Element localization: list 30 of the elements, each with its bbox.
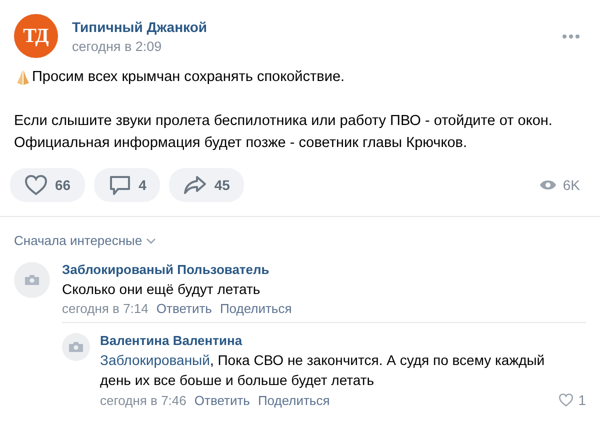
comment-button[interactable]: 4 — [94, 168, 160, 202]
eye-icon — [538, 179, 557, 191]
comment-like-button[interactable]: 1 — [558, 392, 586, 408]
post-text: Просим всех крымчан сохранять спокойствие. — [32, 68, 345, 87]
like-button[interactable]: 66 — [10, 168, 85, 202]
share-arrow-icon — [183, 174, 208, 196]
avatar[interactable] — [14, 262, 50, 298]
mention-link[interactable]: Заблокированый — [100, 352, 210, 368]
avatar[interactable] — [62, 333, 90, 361]
view-count: 6K — [562, 177, 580, 193]
commenter-name[interactable]: Заблокированый Пользователь — [62, 262, 586, 277]
commenter-name[interactable]: Валентина Валентина — [100, 333, 586, 348]
comment-time[interactable]: сегодня в 7:46 — [100, 392, 186, 408]
speech-bubble-icon — [108, 174, 132, 196]
post-text: Если слышите звуки пролета беспилотника или работу ПВО - отойдите от окон. Официальная информация будет позже - советник главы Крючков. — [14, 112, 554, 153]
community-logo[interactable]: ТД — [14, 14, 58, 58]
share-button[interactable]: 45 — [169, 168, 244, 202]
more-icon[interactable] — [562, 34, 580, 38]
reply-link[interactable]: Ответить — [194, 392, 250, 408]
comment-time[interactable]: сегодня в 7:14 — [62, 301, 148, 316]
reply-link[interactable]: Ответить — [156, 301, 212, 316]
share-link[interactable]: Поделиться — [258, 392, 330, 408]
sort-dropdown[interactable]: Сначала интересные — [14, 233, 156, 248]
comment-text: Сколько они ещё будут летать — [62, 280, 262, 299]
post-time[interactable]: сегодня в 2:09 — [72, 38, 548, 54]
heart-icon — [24, 174, 48, 196]
share-link[interactable]: Поделиться — [220, 301, 292, 316]
chevron-down-icon — [146, 238, 156, 244]
author-name[interactable]: Типичный Джанкой — [72, 18, 548, 34]
comment-text: Заблокированый, Пока СВО не закончится. А судя по всему каждый день их все боьше и больше будет летать — [100, 351, 546, 390]
